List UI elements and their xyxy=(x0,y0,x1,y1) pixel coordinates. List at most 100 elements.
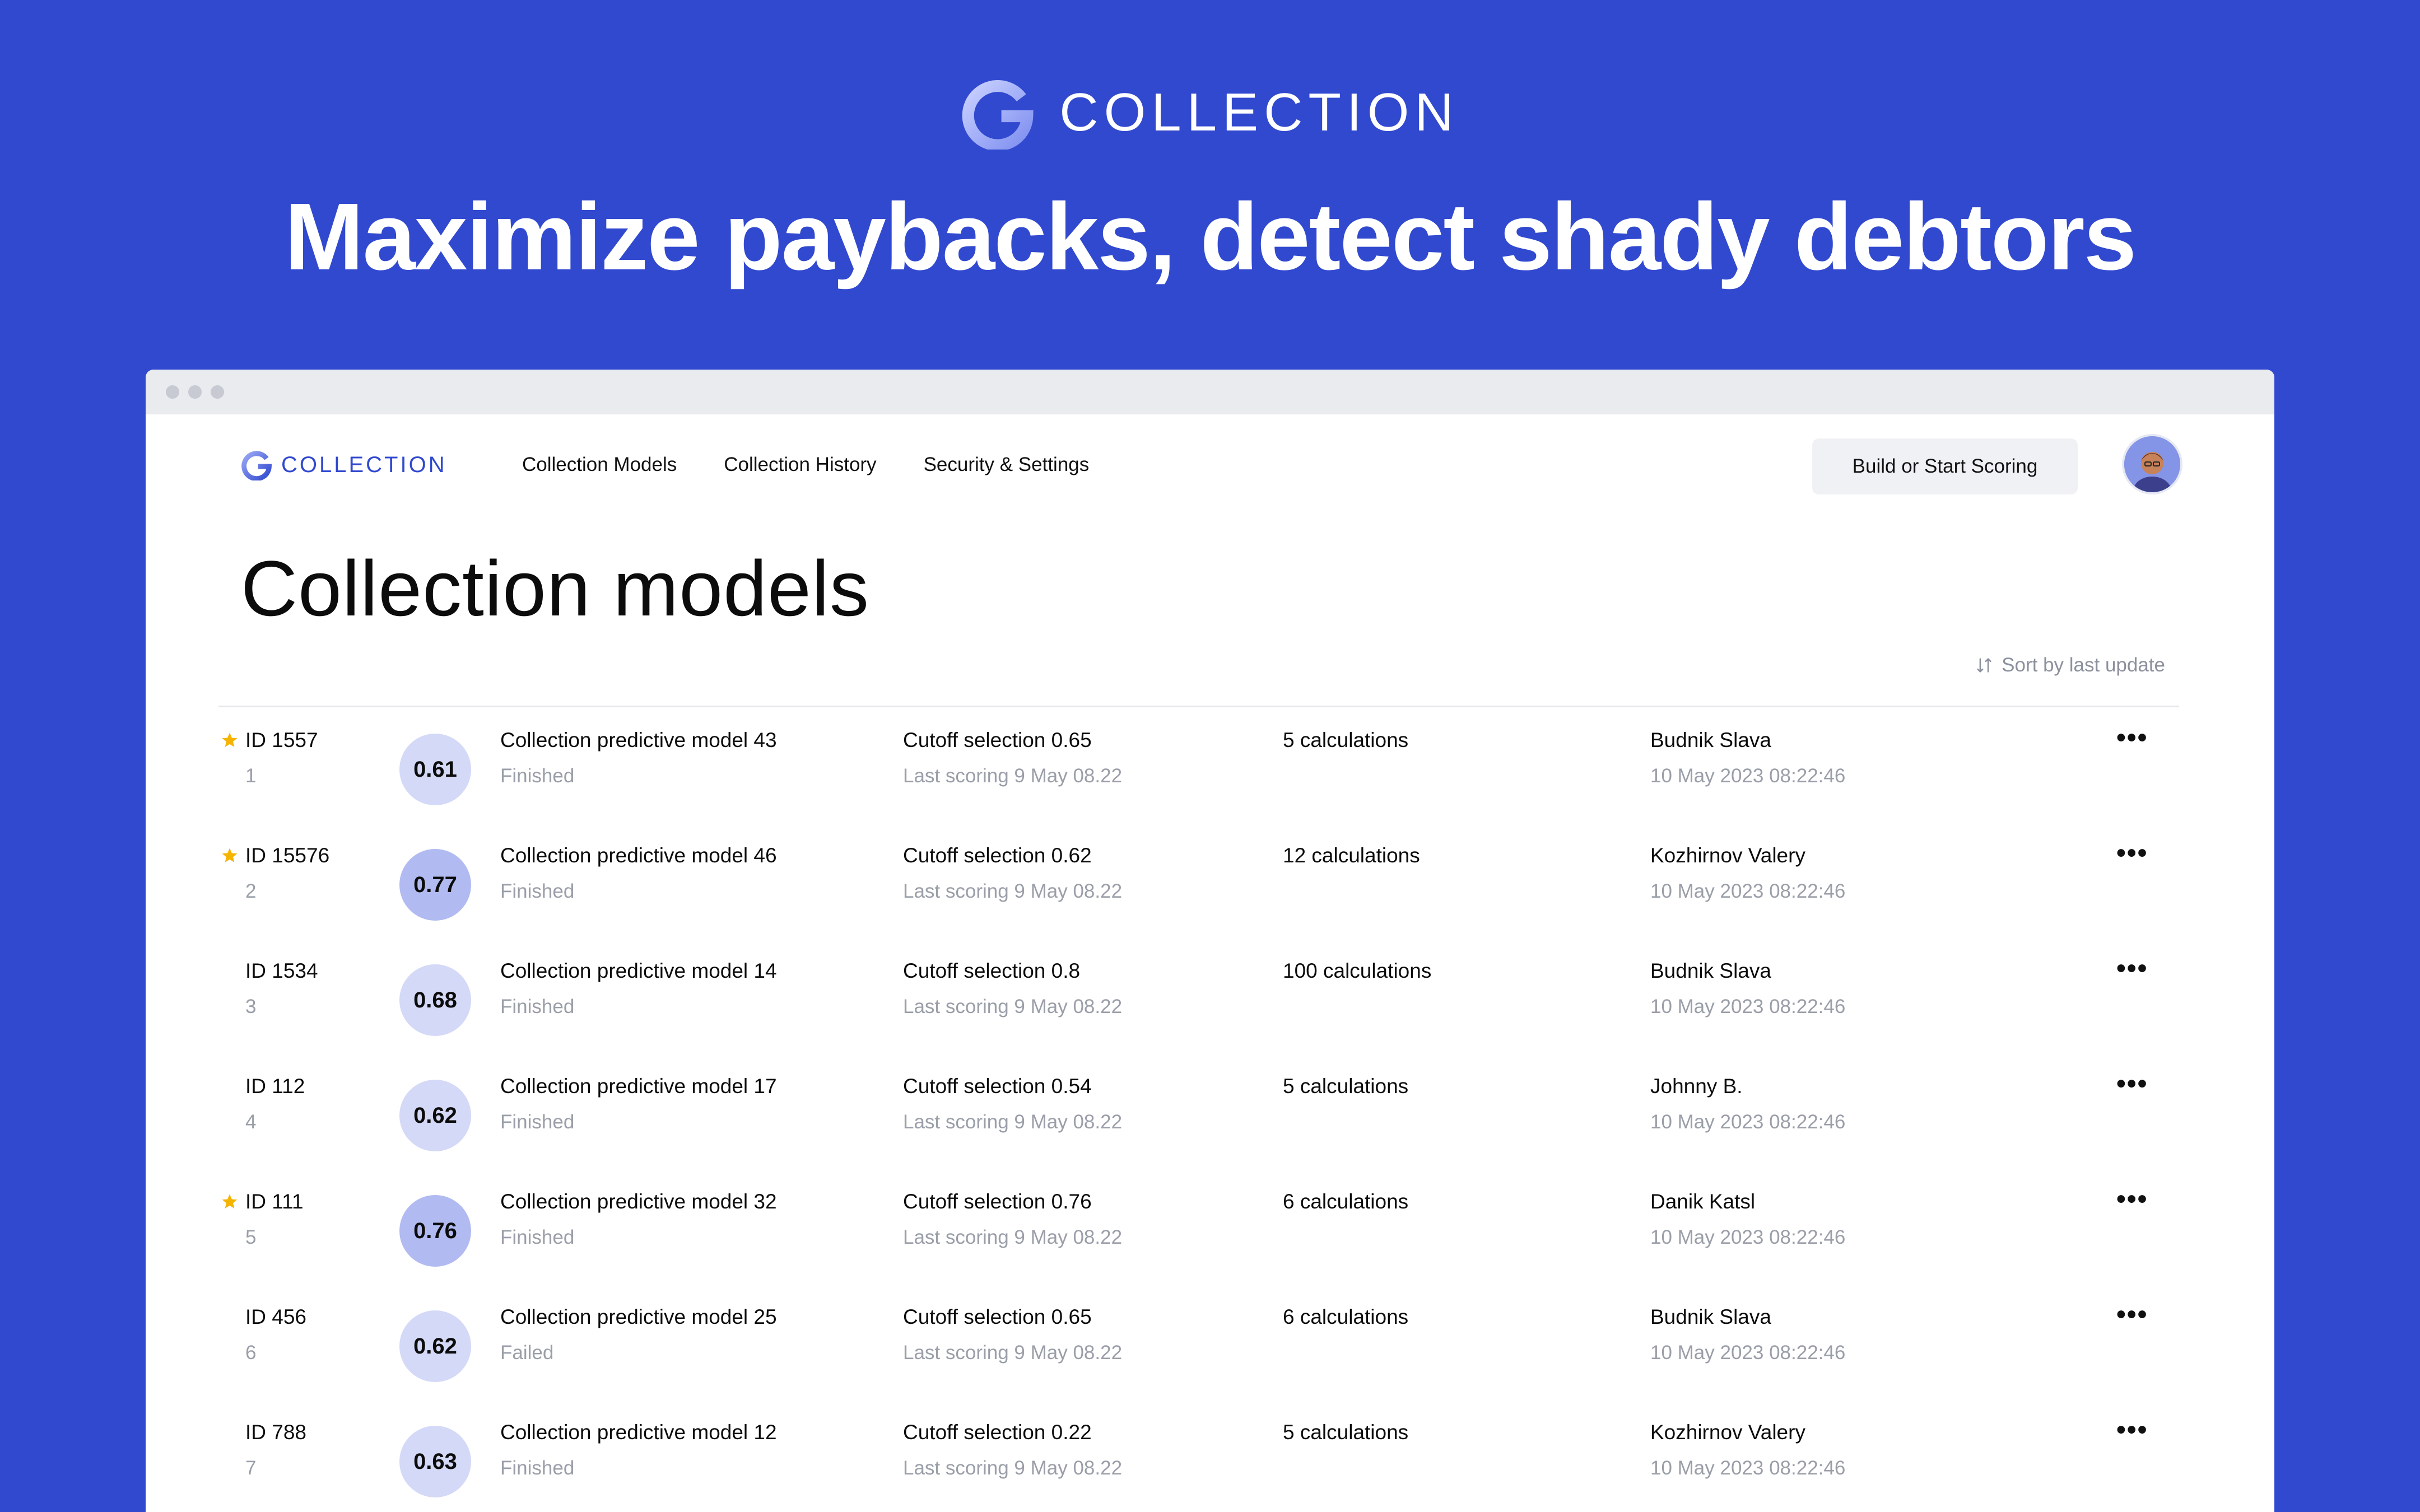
model-id: ID 456 xyxy=(245,1305,307,1328)
row-index: 4 xyxy=(245,1111,257,1133)
more-options-icon[interactable]: ••• xyxy=(2116,722,2148,753)
cutoff-selection: Cutoff selection 0.22 xyxy=(903,1421,1092,1444)
user-avatar-icon xyxy=(2124,436,2180,492)
row-index: 2 xyxy=(245,880,257,902)
model-name[interactable]: Collection predictive model 25 xyxy=(500,1305,777,1329)
score-badge: 0.61 xyxy=(399,734,471,805)
more-options-icon[interactable]: ••• xyxy=(2116,1415,2148,1445)
table-row[interactable]: ID 15576 2 0.77 Collection predictive mo… xyxy=(146,838,2274,959)
more-options-icon[interactable]: ••• xyxy=(2116,838,2148,869)
nav-item-collection-models[interactable]: Collection Models xyxy=(522,454,677,476)
score-badge: 0.76 xyxy=(399,1195,471,1267)
calculations-count: 6 calculations xyxy=(1283,1305,1409,1328)
more-options-icon[interactable]: ••• xyxy=(2116,1184,2148,1215)
user-name: Johnny B. xyxy=(1650,1075,1743,1098)
sort-control[interactable]: Sort by last update xyxy=(1975,654,2165,676)
app-wordmark: COLLECTION xyxy=(281,452,447,477)
model-name-cell: Collection predictive model 25 Failed xyxy=(500,1305,777,1365)
main-nav: Collection Models Collection History Sec… xyxy=(522,454,1089,476)
model-name[interactable]: Collection predictive model 46 xyxy=(500,843,777,868)
model-name-cell: Collection predictive model 32 Finished xyxy=(500,1189,777,1250)
user-cell: Kozhirnov Valery 10 May 2023 08:22:46 xyxy=(1650,1420,1845,1481)
last-scoring: Last scoring 9 May 08.22 xyxy=(903,1226,1123,1248)
update-timestamp: 10 May 2023 08:22:46 xyxy=(1650,1226,1846,1248)
hero-headline: Maximize paybacks, detect shady debtors xyxy=(284,184,2137,290)
row-id-cell: ID 1557 1 xyxy=(245,728,318,788)
last-scoring: Last scoring 9 May 08.22 xyxy=(903,1111,1123,1133)
row-id-cell: ID 111 5 xyxy=(245,1189,304,1250)
cutoff-selection: Cutoff selection 0.8 xyxy=(903,959,1081,982)
row-index: 3 xyxy=(245,996,257,1018)
user-name: Kozhirnov Valery xyxy=(1650,844,1805,867)
row-index: 7 xyxy=(245,1457,257,1479)
row-index: 5 xyxy=(245,1226,257,1248)
model-name-cell: Collection predictive model 46 Finished xyxy=(500,843,777,904)
model-id: ID 1557 xyxy=(245,729,318,752)
score-badge: 0.68 xyxy=(399,964,471,1036)
more-options-icon[interactable]: ••• xyxy=(2116,1299,2148,1330)
user-name: Budnik Slava xyxy=(1650,959,1771,982)
user-cell: Budnik Slava 10 May 2023 08:22:46 xyxy=(1650,1305,1845,1365)
user-cell: Budnik Slava 10 May 2023 08:22:46 xyxy=(1650,959,1845,1019)
table-row[interactable]: ID 456 6 0.62 Collection predictive mode… xyxy=(146,1300,2274,1420)
table-row[interactable]: ID 1534 3 0.68 Collection predictive mod… xyxy=(146,954,2274,1074)
avatar[interactable] xyxy=(2122,434,2182,494)
model-name[interactable]: Collection predictive model 17 xyxy=(500,1074,777,1099)
model-status: Finished xyxy=(500,996,575,1018)
last-scoring: Last scoring 9 May 08.22 xyxy=(903,996,1123,1018)
model-name[interactable]: Collection predictive model 43 xyxy=(500,728,777,753)
calculations-count: 5 calculations xyxy=(1283,1421,1409,1444)
more-options-icon[interactable]: ••• xyxy=(2116,1068,2148,1099)
cutoff-cell: Cutoff selection 0.62 Last scoring 9 May… xyxy=(903,843,1122,904)
window-dot-icon[interactable] xyxy=(211,385,224,399)
star-icon[interactable] xyxy=(220,730,240,750)
cutoff-selection: Cutoff selection 0.65 xyxy=(903,1305,1092,1328)
window-dot-icon[interactable] xyxy=(188,385,202,399)
model-id: ID 1534 xyxy=(245,959,318,982)
app-header: COLLECTION Collection Models Collection … xyxy=(146,414,2274,526)
calculations-cell: 5 calculations xyxy=(1283,1074,1408,1099)
calculations-cell: 6 calculations xyxy=(1283,1305,1408,1329)
model-name-cell: Collection predictive model 12 Finished xyxy=(500,1420,777,1481)
row-id-cell: ID 456 6 xyxy=(245,1305,306,1365)
last-scoring: Last scoring 9 May 08.22 xyxy=(903,765,1123,787)
table-row[interactable]: ID 112 4 0.62 Collection predictive mode… xyxy=(146,1069,2274,1189)
row-id-cell: ID 1534 3 xyxy=(245,959,318,1019)
model-status: Finished xyxy=(500,1111,575,1133)
table-divider xyxy=(218,706,2179,707)
nav-item-security-settings[interactable]: Security & Settings xyxy=(924,454,1090,476)
row-index: 6 xyxy=(245,1342,257,1364)
update-timestamp: 10 May 2023 08:22:46 xyxy=(1650,765,1846,787)
build-scoring-button[interactable]: Build or Start Scoring xyxy=(1812,438,2078,494)
user-cell: Kozhirnov Valery 10 May 2023 08:22:46 xyxy=(1650,843,1845,904)
calculations-count: 100 calculations xyxy=(1283,959,1432,982)
model-name[interactable]: Collection predictive model 12 xyxy=(500,1420,777,1445)
last-scoring: Last scoring 9 May 08.22 xyxy=(903,880,1123,902)
star-icon[interactable] xyxy=(220,846,240,866)
score-badge: 0.62 xyxy=(399,1310,471,1382)
user-cell: Johnny B. 10 May 2023 08:22:46 xyxy=(1650,1074,1845,1135)
more-options-icon[interactable]: ••• xyxy=(2116,953,2148,984)
user-name: Budnik Slava xyxy=(1650,729,1771,752)
model-name[interactable]: Collection predictive model 32 xyxy=(500,1189,777,1214)
table-row[interactable]: ID 1557 1 0.61 Collection predictive mod… xyxy=(146,723,2274,843)
brand-g-icon xyxy=(962,80,1034,150)
model-name-cell: Collection predictive model 17 Finished xyxy=(500,1074,777,1135)
calculations-cell: 5 calculations xyxy=(1283,1420,1408,1445)
page-title: Collection models xyxy=(241,544,869,632)
row-index: 1 xyxy=(245,765,257,787)
calculations-count: 6 calculations xyxy=(1283,1190,1409,1213)
nav-item-collection-history[interactable]: Collection History xyxy=(724,454,876,476)
table-row[interactable]: ID 111 5 0.76 Collection predictive mode… xyxy=(146,1184,2274,1305)
model-name-cell: Collection predictive model 43 Finished xyxy=(500,728,777,788)
table-row[interactable]: ID 788 7 0.63 Collection predictive mode… xyxy=(146,1415,2274,1512)
window-dot-icon[interactable] xyxy=(166,385,179,399)
sort-icon xyxy=(1977,658,1991,673)
star-icon[interactable] xyxy=(220,1192,240,1212)
cutoff-selection: Cutoff selection 0.62 xyxy=(903,844,1092,867)
calculations-cell: 12 calculations xyxy=(1283,843,1420,868)
cutoff-selection: Cutoff selection 0.54 xyxy=(903,1075,1092,1098)
model-name[interactable]: Collection predictive model 14 xyxy=(500,959,777,983)
app-logo[interactable]: COLLECTION xyxy=(241,449,447,480)
cutoff-selection: Cutoff selection 0.76 xyxy=(903,1190,1092,1213)
